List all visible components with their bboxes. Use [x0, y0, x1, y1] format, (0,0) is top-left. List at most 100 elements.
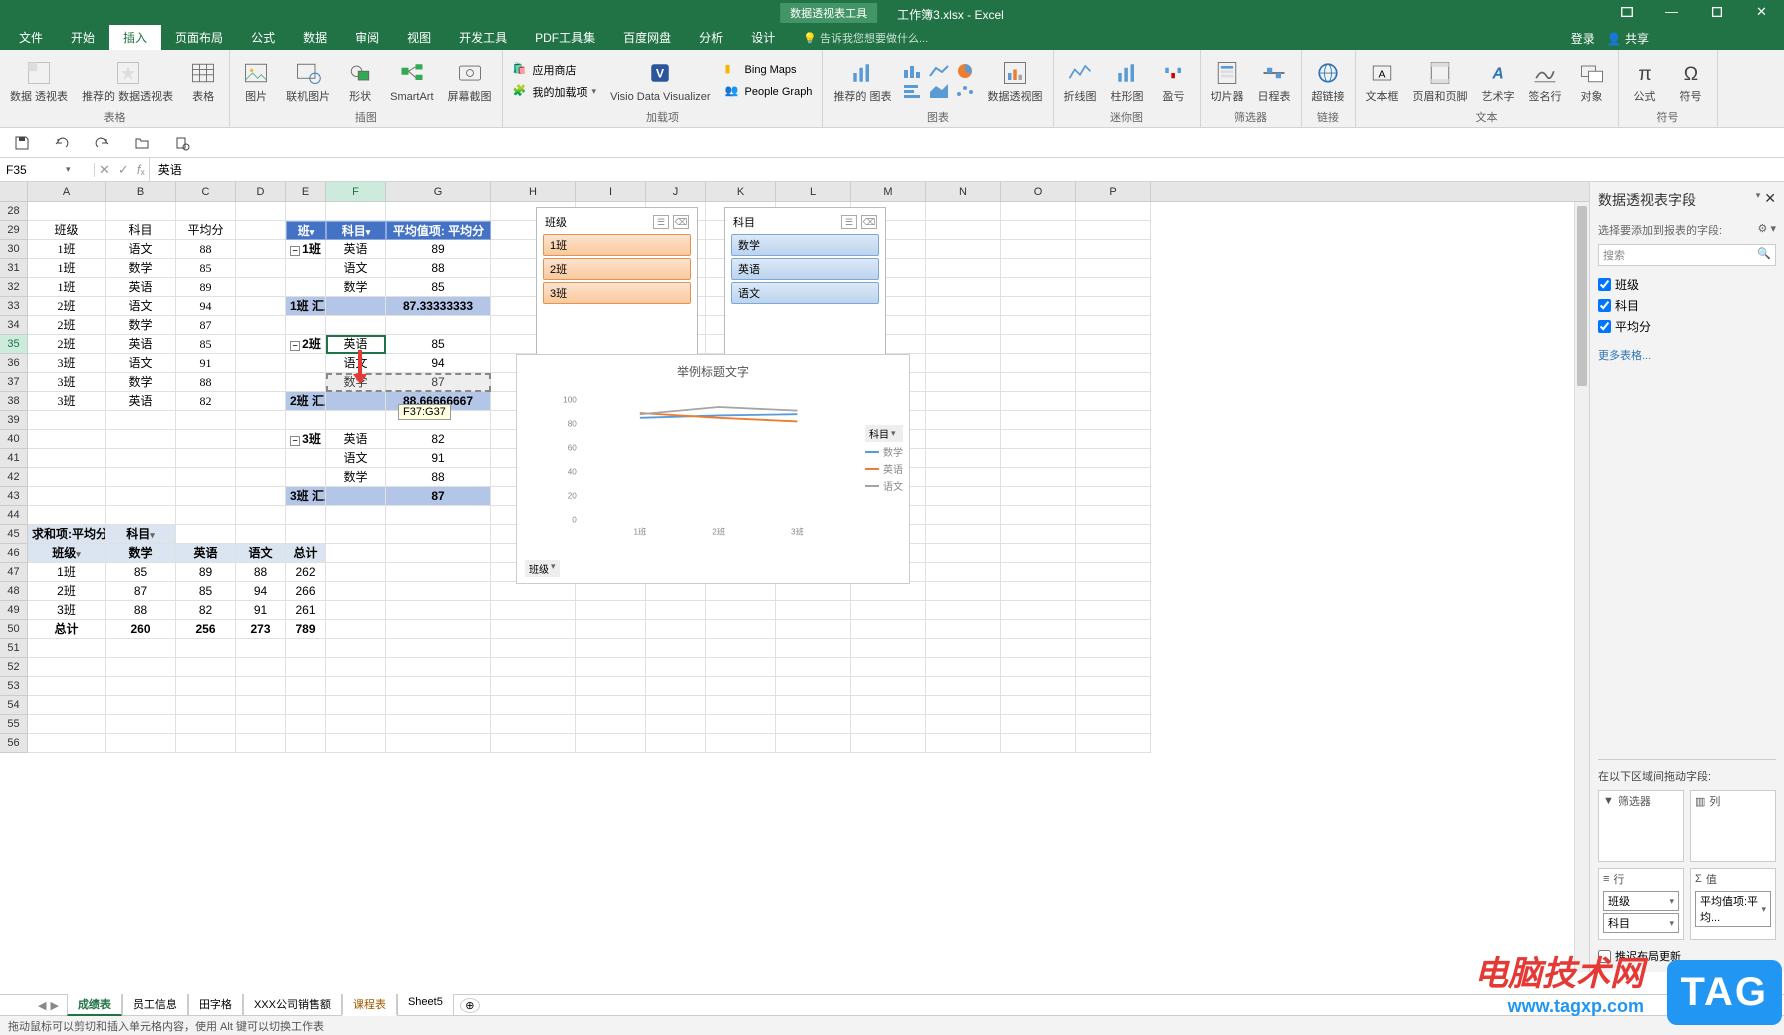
cell[interactable]: [386, 582, 491, 601]
cell[interactable]: 88: [176, 240, 236, 259]
cell[interactable]: [106, 734, 176, 753]
cell[interactable]: 260: [106, 620, 176, 639]
row-header[interactable]: 33: [0, 297, 28, 316]
formula-input[interactable]: 英语: [150, 161, 1784, 178]
cell[interactable]: 1班: [28, 563, 106, 582]
cell[interactable]: –1班: [286, 240, 326, 259]
cell[interactable]: [386, 506, 491, 525]
cell[interactable]: 英语: [326, 240, 386, 259]
cell[interactable]: [926, 316, 1001, 335]
cell[interactable]: [776, 658, 851, 677]
sheet-tab[interactable]: Sheet5: [397, 994, 454, 1016]
cell[interactable]: [646, 677, 706, 696]
wordart-button[interactable]: A艺术字: [1478, 55, 1519, 105]
row-header[interactable]: 43: [0, 487, 28, 506]
cell[interactable]: [326, 506, 386, 525]
cell[interactable]: [576, 582, 646, 601]
row-header[interactable]: 39: [0, 411, 28, 430]
close-button[interactable]: ✕: [1739, 0, 1784, 24]
values-area[interactable]: Σ值平均值项:平均...▾: [1690, 868, 1776, 940]
cell[interactable]: –3班: [286, 430, 326, 449]
row-header[interactable]: 29: [0, 221, 28, 240]
sheet-tab[interactable]: 课程表: [342, 994, 397, 1016]
cell[interactable]: [386, 525, 491, 544]
cell[interactable]: [386, 316, 491, 335]
column-header[interactable]: N: [926, 182, 1001, 201]
cell[interactable]: 3班: [28, 373, 106, 392]
cell[interactable]: [236, 278, 286, 297]
cell[interactable]: [1001, 525, 1076, 544]
cell[interactable]: 87: [386, 487, 491, 506]
store-button[interactable]: 🛍️应用商店: [509, 60, 601, 80]
cell[interactable]: [1001, 316, 1076, 335]
cell[interactable]: [236, 392, 286, 411]
cell[interactable]: 科目: [106, 221, 176, 240]
cell[interactable]: 89: [176, 563, 236, 582]
slicer-item[interactable]: 3班: [543, 282, 691, 304]
row-header[interactable]: 31: [0, 259, 28, 278]
cell[interactable]: 平均分: [176, 221, 236, 240]
cell[interactable]: [326, 411, 386, 430]
field-panel-gear-icon[interactable]: ⚙ ▾: [1758, 222, 1776, 238]
column-header[interactable]: L: [776, 182, 851, 201]
chart-type-area-icon[interactable]: [928, 82, 952, 100]
bingmaps-button[interactable]: ▮Bing Maps: [721, 60, 817, 80]
cell[interactable]: 总计: [28, 620, 106, 639]
cell[interactable]: [1076, 601, 1151, 620]
cell[interactable]: [286, 259, 326, 278]
cell[interactable]: [28, 468, 106, 487]
cell[interactable]: [326, 601, 386, 620]
chart-type-bar-icon[interactable]: [902, 82, 926, 100]
cell[interactable]: [1001, 430, 1076, 449]
multi-select-icon[interactable]: ☰: [841, 215, 857, 229]
cell[interactable]: [926, 430, 1001, 449]
sheet-tab[interactable]: 员工信息: [122, 994, 188, 1016]
textbox-button[interactable]: A文本框: [1362, 55, 1403, 105]
cell[interactable]: 85: [176, 259, 236, 278]
pivot-table-button[interactable]: 数据 透视表: [6, 55, 72, 105]
cell[interactable]: 85: [106, 563, 176, 582]
filter-area[interactable]: ▼筛选器: [1598, 790, 1684, 862]
cell[interactable]: [326, 582, 386, 601]
cell[interactable]: 数学: [326, 373, 386, 392]
cell[interactable]: [1001, 696, 1076, 715]
cell[interactable]: [851, 620, 926, 639]
cell[interactable]: [926, 278, 1001, 297]
object-button[interactable]: 对象: [1572, 55, 1612, 105]
cell[interactable]: [706, 658, 776, 677]
cell[interactable]: [706, 715, 776, 734]
cell[interactable]: 85: [176, 335, 236, 354]
chart-type-line-icon[interactable]: [928, 62, 952, 80]
cell[interactable]: [386, 696, 491, 715]
cell[interactable]: 语文: [326, 354, 386, 373]
tab-baidu[interactable]: 百度网盘: [609, 25, 685, 50]
cell[interactable]: [1001, 221, 1076, 240]
cell[interactable]: [1001, 544, 1076, 563]
cell[interactable]: 英语: [106, 335, 176, 354]
more-tables-link[interactable]: 更多表格...: [1598, 347, 1776, 363]
cell[interactable]: [286, 734, 326, 753]
slicer-item[interactable]: 语文: [731, 282, 879, 304]
row-header[interactable]: 44: [0, 506, 28, 525]
cell[interactable]: 89: [386, 240, 491, 259]
cell[interactable]: [236, 430, 286, 449]
cell[interactable]: [176, 525, 236, 544]
cell[interactable]: [326, 544, 386, 563]
legend-item[interactable]: 数学: [865, 444, 903, 459]
cell[interactable]: 273: [236, 620, 286, 639]
cell[interactable]: [286, 202, 326, 221]
cell[interactable]: 89: [176, 278, 236, 297]
cell[interactable]: 261: [286, 601, 326, 620]
cell[interactable]: [1076, 658, 1151, 677]
cell[interactable]: [926, 639, 1001, 658]
cell[interactable]: [1076, 620, 1151, 639]
cell[interactable]: [926, 715, 1001, 734]
cell[interactable]: 语文: [326, 259, 386, 278]
cell[interactable]: [1076, 677, 1151, 696]
slicer-class[interactable]: 班级 ☰⌫ 1班2班3班: [536, 207, 698, 367]
equation-button[interactable]: π公式: [1625, 55, 1665, 105]
cell[interactable]: [386, 620, 491, 639]
cell[interactable]: [576, 620, 646, 639]
cell[interactable]: 数学: [106, 544, 176, 563]
cell[interactable]: [236, 373, 286, 392]
